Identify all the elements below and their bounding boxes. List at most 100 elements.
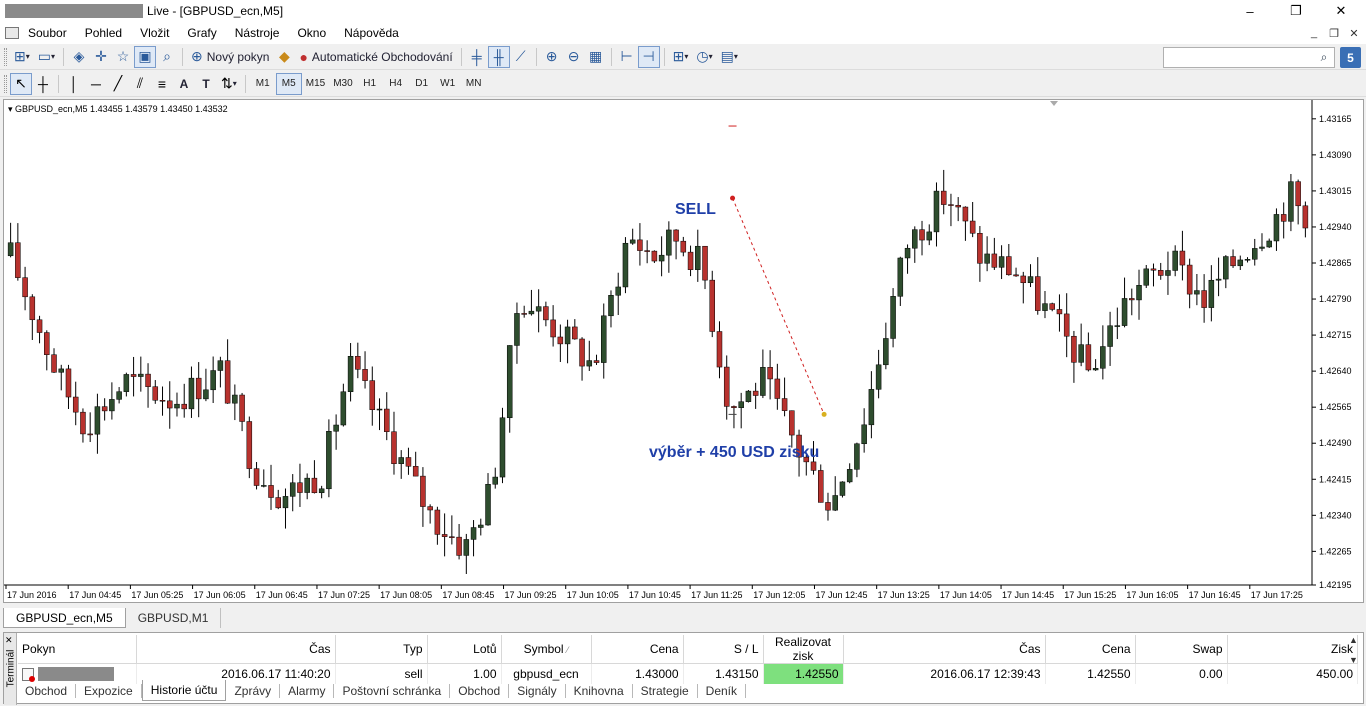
tab-denik[interactable]: Deník (698, 683, 747, 698)
equidistant-channel-button[interactable]: ⫽ (129, 73, 151, 95)
zoom-out-button[interactable]: ⊖ (563, 46, 585, 68)
auto-scroll-button[interactable]: ⊢ (616, 46, 638, 68)
tile-windows-button[interactable]: ▦ (585, 46, 607, 68)
tab-strategie[interactable]: Strategie (633, 683, 698, 698)
horizontal-line-button[interactable]: ─ (85, 73, 107, 95)
terminal-scrollbar[interactable]: ▲ ▼ (1349, 635, 1361, 679)
data-window-button[interactable]: ✛ (90, 46, 112, 68)
maximize-button[interactable]: ❐ (1273, 0, 1319, 22)
candle-body (861, 424, 867, 445)
zoom-in-icon: ⊕ (545, 48, 558, 64)
indicators-button[interactable]: ⊞ ▾ (669, 46, 693, 68)
text-icon: A (179, 76, 189, 91)
chart-shift-button[interactable]: ⊣ (637, 45, 660, 68)
metaeditor-button[interactable]: ◆ (273, 46, 295, 68)
timeframe-mn[interactable]: MN (461, 73, 487, 95)
column-cas-close[interactable]: Čas (843, 635, 1046, 664)
zoom-in-button[interactable]: ⊕ (541, 46, 563, 68)
column-realizovat-zisk[interactable]: Realizovat zisk (763, 635, 844, 664)
minimize-button[interactable]: – (1227, 0, 1273, 22)
price-chart[interactable]: 1.43165 1.43090 1.43015 1.42940 1.42865 1.427… (4, 100, 1363, 602)
candle-body (434, 509, 441, 535)
column-lotu[interactable]: Lotů (427, 635, 502, 664)
timeframe-m15[interactable]: M15 (302, 73, 329, 95)
terminal-button[interactable]: ▣ (134, 45, 156, 68)
auto-trading-button[interactable]: ● Automatické Obchodování (295, 46, 456, 68)
templates-button[interactable]: ▤ ▾ (717, 46, 742, 68)
timeframe-h4[interactable]: H4 (383, 73, 409, 95)
text-button[interactable]: A (173, 73, 195, 95)
bar-chart-button[interactable]: ╪ (466, 46, 488, 68)
tab-signaly[interactable]: Signály (509, 683, 566, 698)
navigator-button[interactable]: ☆ (112, 46, 134, 68)
menu-pohled[interactable]: Pohled (76, 26, 131, 40)
timeframe-h1[interactable]: H1 (357, 73, 383, 95)
line-chart-button[interactable]: ⟋ (510, 46, 532, 68)
column-zisk[interactable]: Zisk (1227, 635, 1358, 664)
timeframe-w1[interactable]: W1 (435, 73, 461, 95)
arrows-button[interactable]: ⇅ ▾ (217, 73, 241, 95)
column-cas[interactable]: Čas (136, 635, 336, 664)
candle-body (789, 410, 795, 436)
candle-body (51, 354, 57, 373)
tab-obchod-market[interactable]: Obchod (450, 683, 510, 698)
column-typ[interactable]: Typ (335, 635, 428, 664)
candle-body (72, 396, 79, 413)
candle-body (1201, 290, 1207, 308)
menu-soubor[interactable]: Soubor (19, 26, 76, 40)
tab-zpravy[interactable]: Zprávy (226, 683, 281, 698)
chart-tab-gbpusd-ecn-m5[interactable]: GBPUSD_ecn,M5 (3, 608, 126, 628)
new-chart-button[interactable]: ⊞ ▾ (10, 46, 34, 68)
text-label-button[interactable]: T (195, 73, 217, 95)
column-pokyn[interactable]: Pokyn (18, 635, 137, 664)
column-symbol[interactable]: Symbol ⁄ (501, 635, 592, 664)
mdi-close-icon[interactable]: ✕ (1345, 24, 1363, 42)
trade-close-marker (821, 411, 827, 417)
tab-alarmy[interactable]: Alarmy (280, 683, 335, 698)
menu-vlozit[interactable]: Vložit (131, 26, 178, 40)
menu-okno[interactable]: Okno (288, 26, 335, 40)
help-icon[interactable]: 5 (1340, 47, 1361, 68)
tab-obchod[interactable]: Obchod (17, 683, 77, 698)
timeframe-m30[interactable]: M30 (329, 73, 356, 95)
chart-window[interactable]: 1.43165 1.43090 1.43015 1.42940 1.42865 1.427… (3, 99, 1364, 603)
crosshair-tool-button[interactable]: ┼ (32, 73, 54, 95)
new-order-button[interactable]: ⊕ Nový pokyn (187, 46, 273, 68)
tab-knihovna[interactable]: Knihovna (566, 683, 633, 698)
chart-tab-gbpusd-m1[interactable]: GBPUSD,M1 (126, 608, 222, 628)
menu-nastroje[interactable]: Nástroje (226, 26, 289, 40)
candle-body (977, 233, 983, 264)
column-sl[interactable]: S / L (683, 635, 764, 664)
search-icon[interactable]: ⌕ (1315, 48, 1333, 66)
menu-napoveda[interactable]: Nápověda (335, 26, 408, 40)
column-cena[interactable]: Cena (591, 635, 684, 664)
market-watch-button[interactable]: ◈ (68, 46, 90, 68)
fibonacci-button[interactable]: ≡ (151, 73, 173, 95)
app-icon[interactable] (5, 27, 19, 39)
tab-expozice[interactable]: Expozice (76, 683, 142, 698)
cursor-button[interactable]: ↖ (10, 72, 32, 95)
timeframe-d1[interactable]: D1 (409, 73, 435, 95)
tester-button[interactable]: ⌕ (156, 46, 178, 68)
profiles-button[interactable]: ▭ ▾ (34, 46, 59, 68)
vertical-line-button[interactable]: │ (63, 73, 85, 95)
trendline-button[interactable]: ╱ (107, 73, 129, 95)
tab-postovni-schranka[interactable]: Poštovní schránka (334, 683, 451, 698)
timeframe-m5[interactable]: M5 (275, 72, 302, 95)
price-tick-label: 1.42940 (1319, 222, 1352, 232)
timeframe-m1[interactable]: M1 (250, 73, 276, 95)
toolbar-grip[interactable] (4, 47, 7, 66)
candle-chart-button[interactable]: ╫ (487, 45, 510, 68)
toolbar-grip[interactable] (4, 74, 7, 93)
column-swap[interactable]: Swap (1135, 635, 1228, 664)
column-cena-close[interactable]: Cena (1045, 635, 1136, 664)
menu-grafy[interactable]: Grafy (178, 26, 225, 40)
search-input[interactable] (1163, 47, 1335, 68)
candle-body (65, 368, 72, 398)
tab-historie-uctu[interactable]: Historie účtu (141, 680, 227, 701)
periods-button[interactable]: ◷ ▾ (692, 46, 716, 68)
mdi-restore-icon[interactable]: ❐ (1325, 24, 1343, 42)
mdi-minimize-icon[interactable]: _ (1305, 24, 1323, 42)
candle-body (1121, 298, 1128, 326)
close-button[interactable]: ✕ (1318, 0, 1364, 22)
